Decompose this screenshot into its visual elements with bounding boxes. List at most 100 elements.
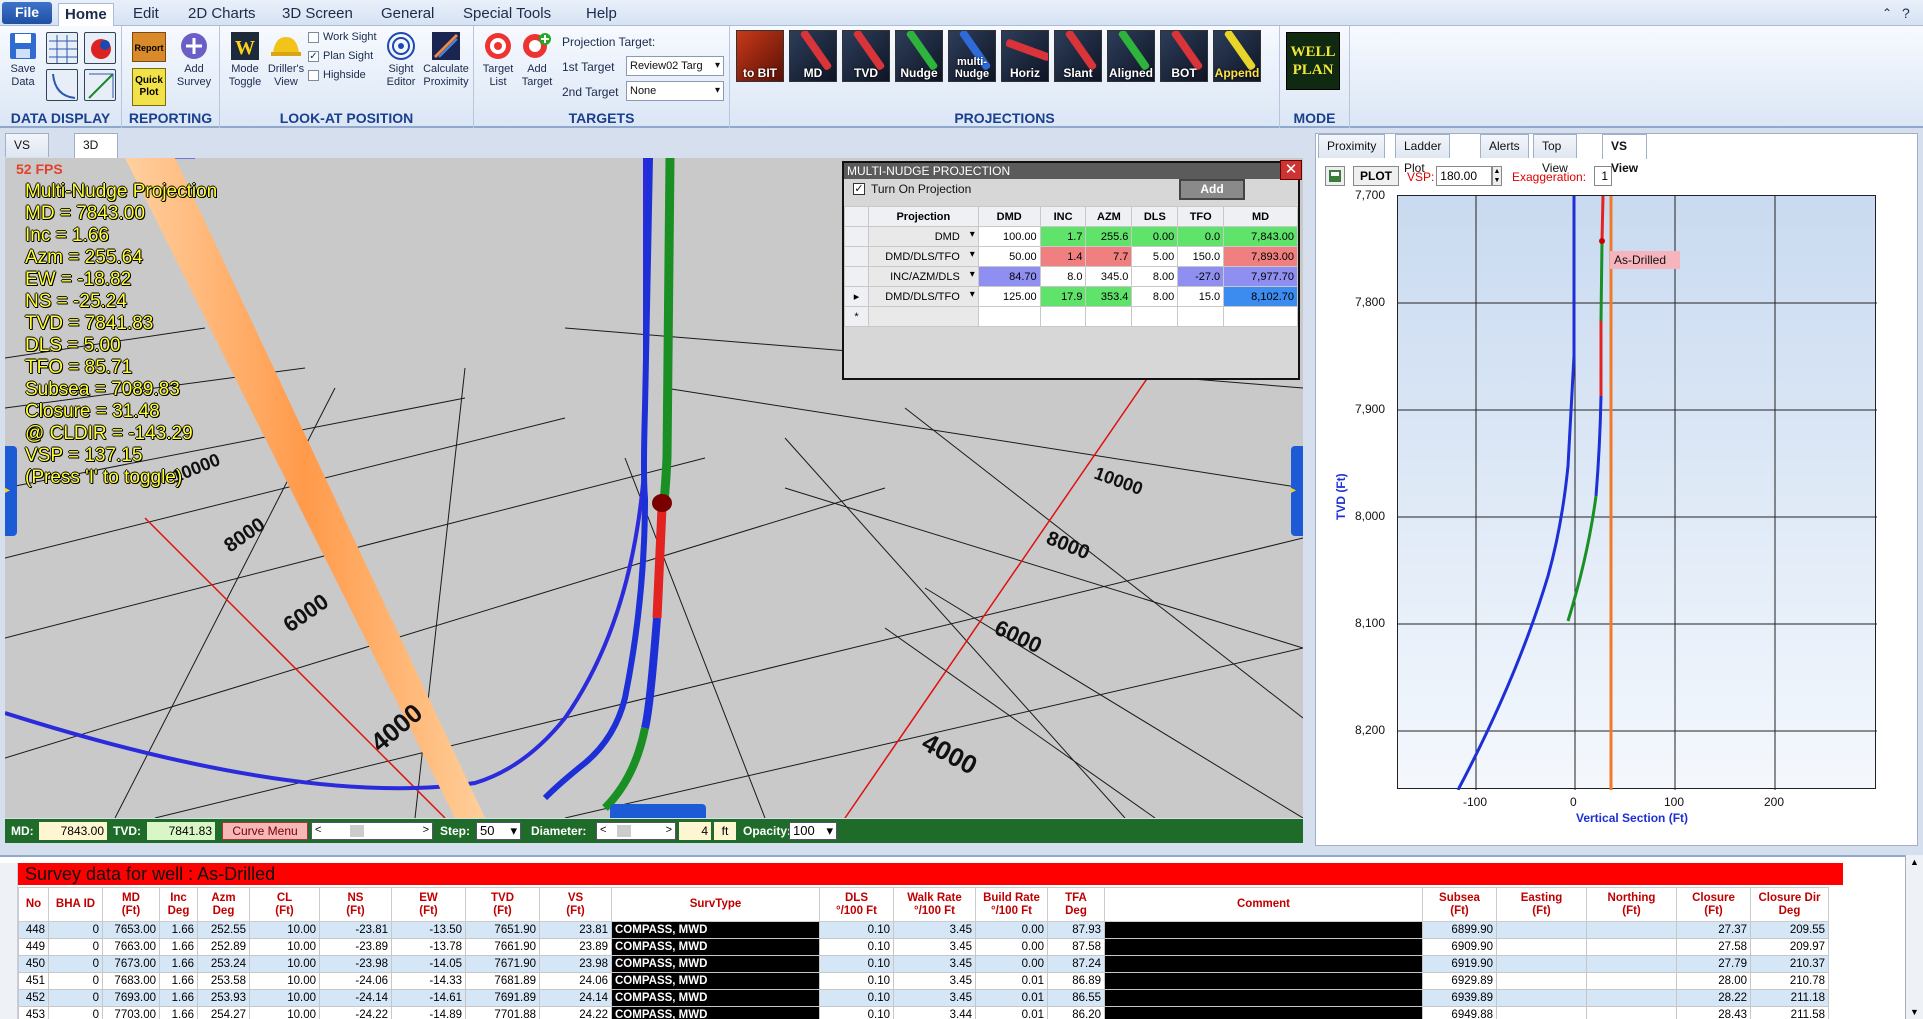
survey-col-header[interactable]: SurvType bbox=[611, 887, 820, 922]
survey-col-header[interactable]: Subsea (Ft) bbox=[1422, 887, 1497, 922]
exaggeration-input[interactable]: 1 bbox=[1594, 166, 1612, 186]
survey-col-header[interactable]: Comment bbox=[1104, 887, 1423, 922]
survey-cell[interactable]: 451 bbox=[18, 972, 49, 990]
survey-cell[interactable]: 10.00 bbox=[249, 938, 320, 956]
survey-col-header[interactable]: Inc Deg bbox=[159, 887, 198, 922]
empty-cell[interactable] bbox=[1039, 306, 1087, 327]
survey-cell[interactable]: 0.01 bbox=[975, 972, 1048, 990]
tab-3d-screen[interactable]: 3D Screen bbox=[276, 3, 359, 24]
survey-cell[interactable]: 449 bbox=[18, 938, 49, 956]
bottom-panel-toggle[interactable] bbox=[610, 804, 706, 818]
tab-proximity[interactable]: Proximity bbox=[1318, 134, 1386, 158]
turn-on-projection-checkbox[interactable]: ✓ Turn On Projection bbox=[853, 182, 971, 196]
survey-cell[interactable]: 27.58 bbox=[1676, 938, 1751, 956]
survey-cell[interactable]: 6899.90 bbox=[1422, 921, 1497, 939]
survey-cell[interactable]: 7683.00 bbox=[102, 972, 160, 990]
survey-cell[interactable]: 10.00 bbox=[249, 972, 320, 990]
survey-cell[interactable]: 7693.00 bbox=[102, 989, 160, 1007]
survey-cell[interactable]: 0.10 bbox=[819, 972, 894, 990]
survey-cell[interactable]: 1.66 bbox=[159, 989, 198, 1007]
survey-col-header[interactable]: NS (Ft) bbox=[319, 887, 392, 922]
survey-cell[interactable] bbox=[1104, 921, 1423, 939]
survey-cell[interactable]: 211.18 bbox=[1750, 989, 1829, 1007]
survey-col-header[interactable]: No bbox=[18, 887, 49, 922]
add-target-button[interactable]: Add Target bbox=[518, 31, 556, 89]
empty-cell[interactable] bbox=[1223, 306, 1298, 327]
survey-cell[interactable]: 0 bbox=[48, 955, 103, 973]
diameter-value[interactable]: 4 bbox=[679, 822, 711, 840]
survey-cell[interactable]: COMPASS, MWD bbox=[611, 921, 820, 939]
survey-cell[interactable]: -23.89 bbox=[319, 938, 392, 956]
cell-tfo[interactable]: -27.0 bbox=[1177, 266, 1225, 287]
drillers-view-button[interactable]: Driller's View bbox=[266, 31, 306, 89]
tab-vs-view[interactable]: VS View bbox=[1602, 134, 1648, 175]
survey-cell[interactable]: 253.58 bbox=[197, 972, 250, 990]
survey-cell[interactable]: 87.93 bbox=[1047, 921, 1105, 939]
opacity-select[interactable]: 100 ▾ bbox=[789, 822, 837, 840]
survey-cell[interactable] bbox=[1586, 972, 1677, 990]
cell-dmd[interactable]: 125.00 bbox=[977, 286, 1041, 307]
cell-dls[interactable]: 8.00 bbox=[1131, 266, 1179, 287]
plan-sight-checkbox[interactable]: ✓ Plan Sight bbox=[308, 50, 373, 62]
cell-tfo[interactable]: 15.0 bbox=[1177, 286, 1225, 307]
plot-button[interactable]: PLOT bbox=[1353, 166, 1399, 186]
section-view-icon[interactable] bbox=[84, 69, 116, 101]
survey-cell[interactable]: 10.00 bbox=[249, 1006, 320, 1019]
survey-cell[interactable]: COMPASS, MWD bbox=[611, 955, 820, 973]
survey-col-header[interactable]: VS (Ft) bbox=[539, 887, 612, 922]
survey-cell[interactable] bbox=[1496, 938, 1587, 956]
survey-cell[interactable]: 0.10 bbox=[819, 921, 894, 939]
cell-md[interactable]: 7,843.00 bbox=[1223, 226, 1298, 247]
survey-cell[interactable]: 210.37 bbox=[1750, 955, 1829, 973]
survey-cell[interactable]: -24.14 bbox=[319, 989, 392, 1007]
survey-cell[interactable] bbox=[1104, 1006, 1423, 1019]
survey-cell[interactable]: 28.43 bbox=[1676, 1006, 1751, 1019]
help-icon[interactable]: ? bbox=[1896, 3, 1916, 24]
survey-cell[interactable]: 6929.89 bbox=[1422, 972, 1497, 990]
survey-row[interactable]: 448 0 7653.00 1.66 252.55 10.00 -23.81 -13.50 76… bbox=[18, 921, 1829, 939]
cell-dmd[interactable]: 50.00 bbox=[977, 246, 1041, 267]
curve-slider[interactable]: < > bbox=[311, 822, 433, 840]
survey-cell[interactable]: 211.58 bbox=[1750, 1006, 1829, 1019]
survey-cell[interactable]: -23.98 bbox=[319, 955, 392, 973]
empty-cell[interactable] bbox=[1085, 306, 1133, 327]
survey-cell[interactable]: 0 bbox=[48, 938, 103, 956]
survey-cell[interactable]: 6939.89 bbox=[1422, 989, 1497, 1007]
survey-cell[interactable]: 0.10 bbox=[819, 938, 894, 956]
survey-cell[interactable] bbox=[1496, 989, 1587, 1007]
survey-cell[interactable]: 3.45 bbox=[893, 989, 976, 1007]
survey-cell[interactable]: -23.81 bbox=[319, 921, 392, 939]
proj-to-bit-button[interactable]: to BIT bbox=[736, 30, 784, 82]
tab-3d-view[interactable]: 3D View bbox=[74, 133, 118, 174]
cell-dls[interactable]: 0.00 bbox=[1131, 226, 1179, 247]
survey-cell[interactable]: 87.24 bbox=[1047, 955, 1105, 973]
survey-col-header[interactable]: Northing (Ft) bbox=[1586, 887, 1677, 922]
tab-home[interactable]: Home bbox=[58, 3, 114, 27]
survey-cell[interactable] bbox=[1104, 972, 1423, 990]
proj-aligned-button[interactable]: Aligned bbox=[1107, 30, 1155, 82]
survey-cell[interactable]: 453 bbox=[18, 1006, 49, 1019]
cell-inc[interactable]: 8.0 bbox=[1039, 266, 1087, 287]
empty-cell[interactable] bbox=[1131, 306, 1179, 327]
sight-editor-button[interactable]: Sight Editor bbox=[383, 31, 419, 89]
cell-azm[interactable]: 255.6 bbox=[1085, 226, 1133, 247]
survey-cell[interactable] bbox=[1496, 921, 1587, 939]
tab-general[interactable]: General bbox=[375, 3, 440, 24]
cell-tfo[interactable]: 0.0 bbox=[1177, 226, 1225, 247]
proj-bot-button[interactable]: BOT bbox=[1160, 30, 1208, 82]
row-selector[interactable] bbox=[844, 226, 869, 247]
survey-col-header[interactable]: BHA ID bbox=[48, 887, 103, 922]
survey-cell[interactable]: 27.79 bbox=[1676, 955, 1751, 973]
survey-cell[interactable]: 10.00 bbox=[249, 955, 320, 973]
grid-view-icon[interactable] bbox=[46, 32, 78, 64]
survey-cell[interactable]: 6909.90 bbox=[1422, 938, 1497, 956]
chevron-down-icon[interactable]: ▾ bbox=[970, 229, 975, 240]
survey-cell[interactable]: -14.05 bbox=[391, 955, 466, 973]
left-panel-toggle[interactable]: ▸ bbox=[5, 446, 17, 536]
survey-cell[interactable] bbox=[1586, 1006, 1677, 1019]
survey-cell[interactable]: 252.55 bbox=[197, 921, 250, 939]
proj-slant-button[interactable]: Slant bbox=[1054, 30, 1102, 82]
survey-cell[interactable]: 7653.00 bbox=[102, 921, 160, 939]
survey-col-header[interactable]: TFA Deg bbox=[1047, 887, 1105, 922]
survey-cell[interactable]: COMPASS, MWD bbox=[611, 972, 820, 990]
